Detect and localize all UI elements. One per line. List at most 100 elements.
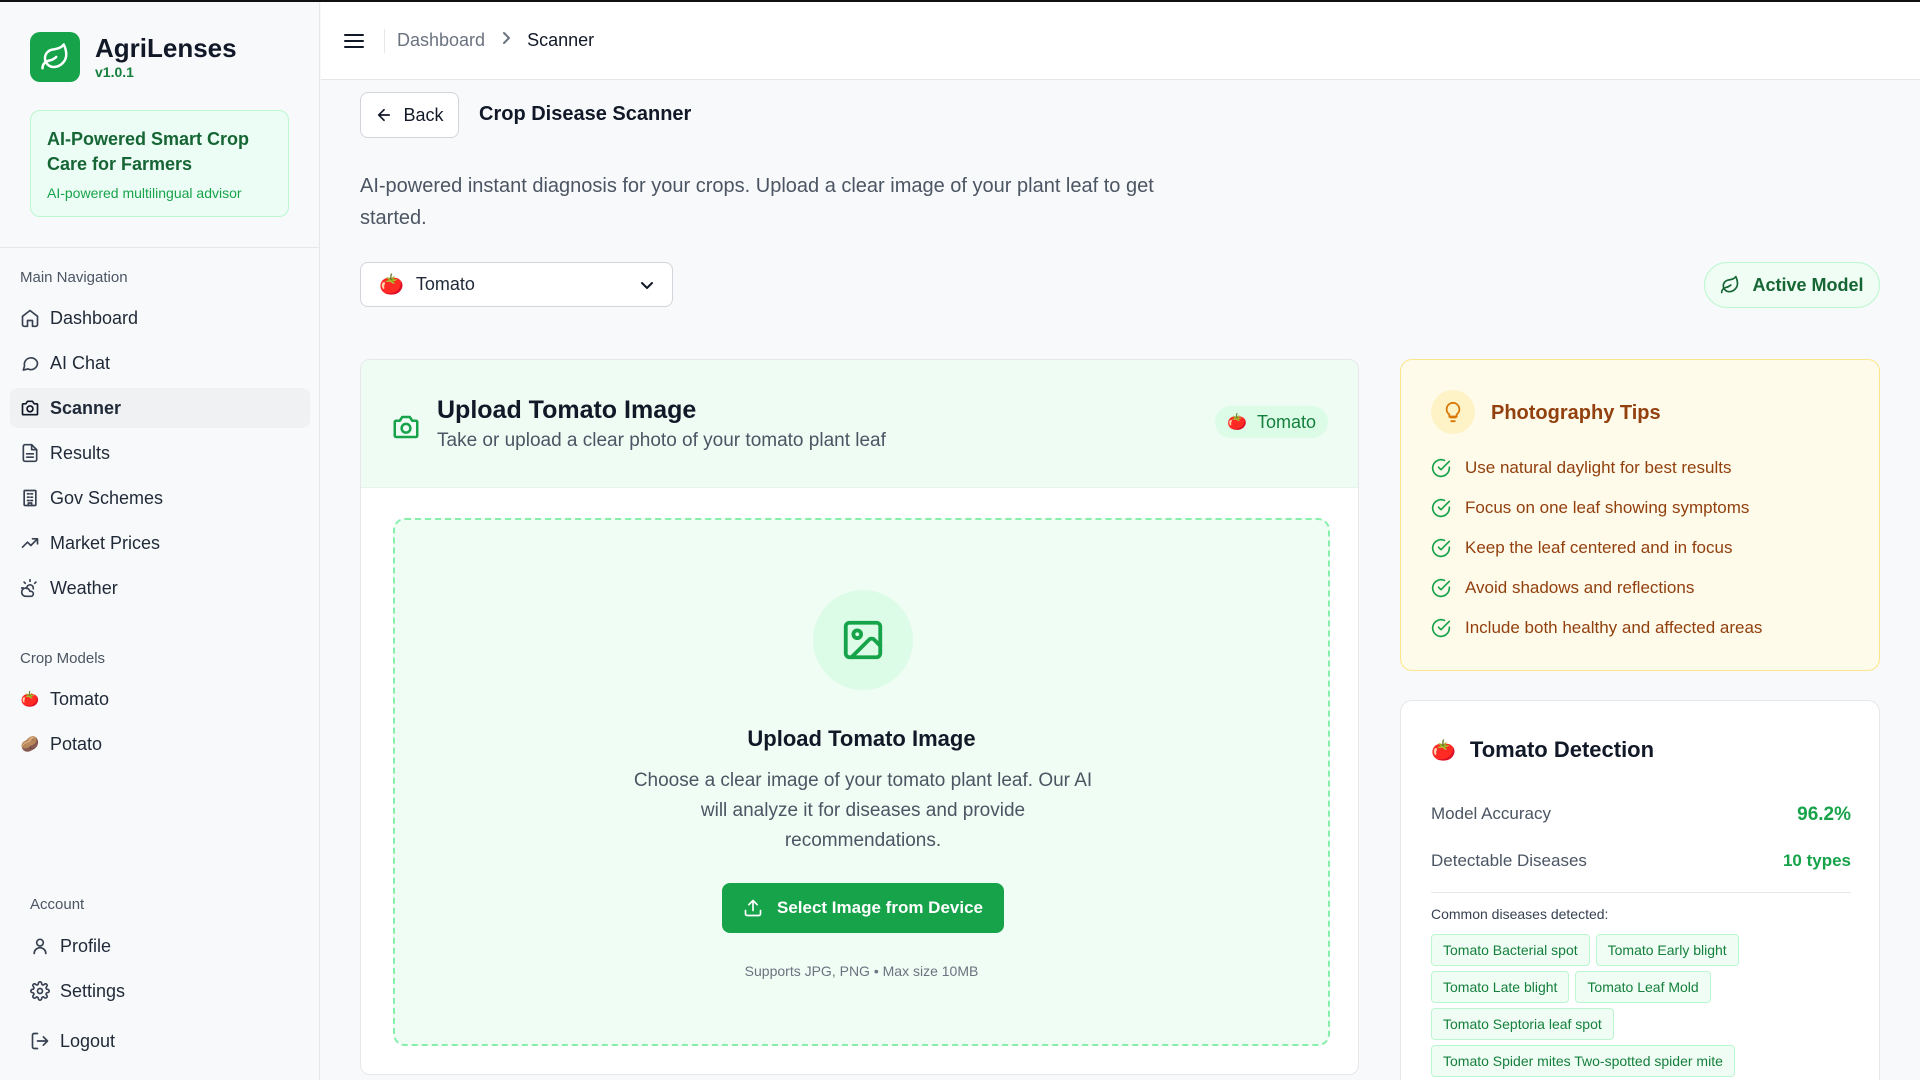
tip-item: Avoid shadows and reflections [1431,578,1694,598]
sidebar-item-label: Gov Schemes [50,487,164,508]
sidebar-item-settings[interactable]: Settings [20,971,310,1011]
detectable-diseases-label: Detectable Diseases [1431,851,1587,870]
tip-text: Keep the leaf centered and in focus [1465,538,1733,557]
sidebar-item-profile[interactable]: Profile [20,926,310,966]
chevron-down-icon [640,274,654,295]
sidebar-item-logout[interactable]: Logout [20,1021,310,1061]
dropzone-title: Upload Tomato Image [747,726,976,751]
sidebar-item-results[interactable]: Results [10,433,310,473]
photography-tips-card: Photography Tips Use natural daylight fo… [1400,359,1880,671]
main-nav-label: Main Navigation [20,269,128,286]
document-icon [20,443,40,463]
potato-icon: 🥔 [20,736,40,753]
top-bar: Dashboard Scanner [321,2,1920,80]
model-accuracy-row: Model Accuracy 96.2% [1431,804,1851,826]
sidebar-item-label: Settings [60,980,126,1001]
sidebar-item-potato[interactable]: 🥔 Potato [10,724,310,764]
sidebar-item-scanner[interactable]: Scanner [10,388,310,428]
sidebar-item-label: Weather [50,577,118,598]
lightbulb-icon [1431,390,1475,434]
check-circle-icon [1431,538,1451,558]
detection-title: Tomato Detection [1469,737,1655,762]
back-button[interactable]: Back [360,92,459,138]
weather-icon [20,578,40,598]
menu-icon[interactable] [342,29,366,53]
app-version: v1.0.1 [95,64,134,80]
image-icon [813,590,913,690]
camera-icon [391,412,421,447]
leaf-logo-icon [30,32,80,82]
breadcrumb-dashboard[interactable]: Dashboard [397,30,485,51]
detectable-diseases-value: 10 types [1782,851,1851,870]
sidebar-item-label: Market Prices [50,532,161,553]
account-label: Account [30,896,85,913]
promo-subtitle: AI-powered multilingual advisor [47,185,242,201]
breadcrumb-scanner: Scanner [527,30,595,50]
brand[interactable]: AgriLenses v1.0.1 [30,32,237,82]
leaf-icon [1721,275,1739,294]
upload-icon [744,899,762,917]
upload-subtitle: Take or upload a clear photo of your tom… [437,430,886,451]
model-accuracy-label: Model Accuracy [1431,804,1551,823]
chevron-right-icon [501,31,511,50]
sidebar-item-gov-schemes[interactable]: Gov Schemes [10,478,310,518]
tip-text: Include both healthy and affected areas [1465,618,1763,637]
check-circle-icon [1431,498,1451,518]
upload-card: Upload Tomato Image Take or upload a cle… [360,359,1359,1075]
logout-icon [30,1031,50,1051]
sidebar-item-tomato[interactable]: 🍅 Tomato [10,679,310,719]
disease-chip[interactable]: Tomato Bacterial spot [1431,934,1590,966]
tip-item: Focus on one leaf showing symptoms [1431,498,1749,518]
tomato-icon: 🍅 [1227,414,1247,431]
sidebar-divider [0,247,319,248]
tomato-icon: 🍅 [379,274,404,296]
trend-icon [20,533,40,553]
image-dropzone[interactable]: Upload Tomato Image Choose a clear image… [393,518,1330,1046]
sidebar-item-market-prices[interactable]: Market Prices [10,523,310,563]
back-label: Back [403,104,444,125]
detectable-diseases-row: Detectable Diseases 10 types [1431,851,1851,871]
sidebar-item-label: Logout [60,1030,116,1051]
check-circle-icon [1431,578,1451,598]
tip-text: Avoid shadows and reflections [1465,578,1695,597]
topbar-separator [384,28,385,53]
sidebar-item-label: Scanner [50,397,122,418]
tip-text: Focus on one leaf showing symptoms [1465,498,1750,517]
disease-chip[interactable]: Tomato Early blight [1595,934,1739,966]
sidebar-item-label: Profile [60,935,112,956]
camera-icon [20,398,40,418]
arrow-left-icon [378,108,391,122]
sidebar-item-label: Results [50,442,111,463]
tip-item: Use natural daylight for best results [1431,458,1731,478]
disease-chip[interactable]: Tomato Spider mites Two-spotted spider m… [1431,1045,1735,1077]
page-title: Crop Disease Scanner [479,103,692,125]
chat-icon [20,353,40,373]
tip-item: Keep the leaf centered and in focus [1431,538,1732,558]
page-description: AI-powered instant diagnosis for your cr… [360,175,1154,229]
building-icon [20,488,40,508]
tip-text: Use natural daylight for best results [1465,458,1732,477]
detection-card: 🍅 Tomato Detection Model Accuracy 96.2% … [1400,700,1880,1080]
select-image-button[interactable]: Select Image from Device [722,883,1004,933]
tomato-icon: 🍅 [20,691,40,708]
active-model-badge[interactable]: Active Model [1704,262,1880,308]
crop-select[interactable]: 🍅 Tomato [360,262,673,307]
disease-chip[interactable]: Tomato Leaf Mold [1575,971,1711,1003]
sidebar-item-weather[interactable]: Weather [10,568,310,608]
sidebar-item-dashboard[interactable]: Dashboard [10,298,310,338]
check-circle-icon [1431,458,1451,478]
disease-chip[interactable]: Tomato Late blight [1431,971,1570,1003]
home-icon [20,308,40,328]
check-circle-icon [1431,618,1451,638]
disease-chip[interactable]: Tomato Septoria leaf spot [1431,1008,1614,1040]
sidebar-item-label: Dashboard [50,307,139,328]
sidebar-item-ai-chat[interactable]: AI Chat [10,343,310,383]
model-accuracy-value: 96.2% [1797,804,1851,825]
promo-title: AI-Powered Smart Crop Care for Farmers [47,129,250,174]
promo-card: AI-Powered Smart Crop Care for Farmers A… [30,110,289,217]
common-diseases-label: Common diseases detected: [1431,906,1609,922]
breadcrumb: Dashboard Scanner [397,30,594,51]
user-icon [30,936,50,956]
file-support-note: Supports JPG, PNG • Max size 10MB [744,963,979,979]
select-image-label: Select Image from Device [777,898,983,917]
